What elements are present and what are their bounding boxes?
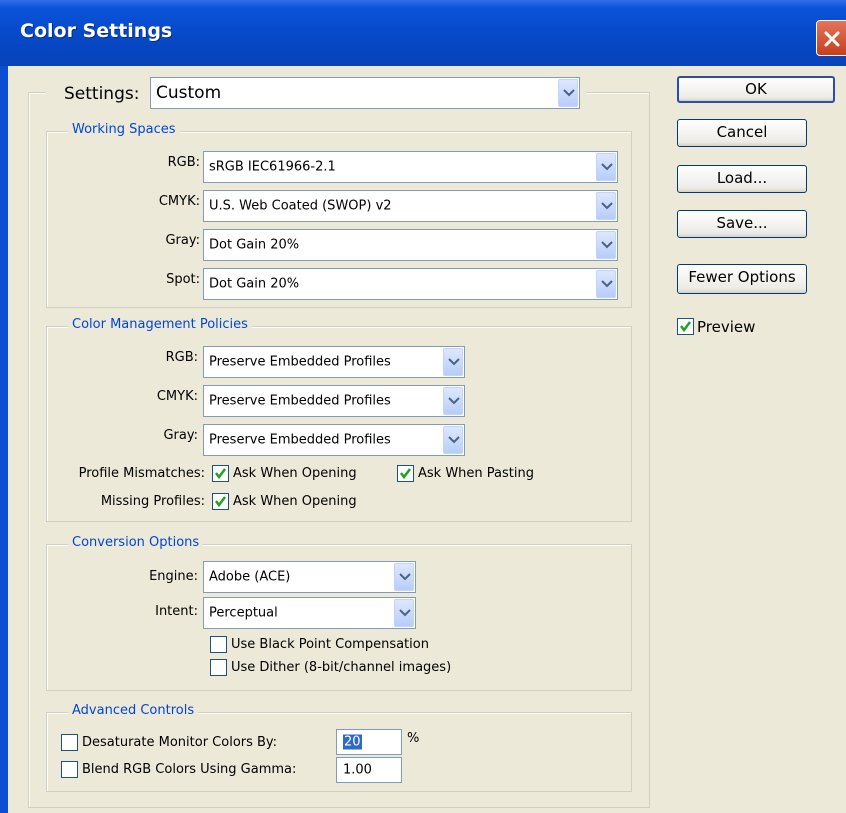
ws-spot-value: Dot Gain 20% [209, 276, 300, 292]
missing-profiles-label: Missing Profiles: [100, 494, 205, 509]
desaturate-value: 20 [343, 734, 362, 750]
profile-mismatches-label: Profile Mismatches: [78, 466, 205, 481]
black-point-label[interactable]: Use Black Point Compensation [231, 637, 429, 652]
settings-label: Settings: [64, 84, 140, 104]
ws-rgb-value: sRGB IEC61966-2.1 [209, 159, 336, 175]
cancel-button[interactable]: Cancel [677, 119, 807, 147]
desaturate-checkbox[interactable] [61, 734, 78, 751]
cancel-label: Cancel [716, 123, 768, 141]
ask-when-opening-label[interactable]: Ask When Opening [233, 466, 357, 481]
chevron-down-icon [448, 397, 460, 405]
chevron-down-icon [448, 436, 460, 444]
intent-dropdown-button[interactable] [394, 599, 414, 627]
ask-when-opening-checkbox[interactable] [212, 465, 229, 482]
missing-ask-when-opening-checkbox[interactable] [212, 493, 229, 510]
engine-dropdown[interactable]: Adobe (ACE) [203, 561, 416, 593]
chevron-down-icon [601, 280, 613, 288]
working-spaces-legend: Working Spaces [68, 122, 180, 137]
load-button[interactable]: Load... [677, 165, 807, 193]
policy-gray-dropdown-button[interactable] [443, 426, 463, 454]
policy-cmyk-label: CMYK: [156, 389, 198, 404]
chevron-down-icon [448, 358, 460, 366]
dither-label[interactable]: Use Dither (8-bit/channel images) [231, 660, 451, 675]
policy-gray-label: Gray: [163, 428, 198, 443]
chevron-down-icon [399, 573, 411, 581]
ask-when-pasting-checkbox[interactable] [397, 465, 414, 482]
ws-rgb-dropdown-button[interactable] [596, 153, 616, 181]
window-title: Color Settings [20, 20, 173, 42]
blend-gamma-value: 1.00 [343, 762, 372, 778]
engine-value: Adobe (ACE) [209, 569, 291, 585]
close-button[interactable] [816, 20, 846, 56]
percent-label: % [407, 731, 420, 746]
checkmark-icon [400, 468, 411, 480]
ws-spot-dropdown[interactable]: Dot Gain 20% [203, 268, 618, 300]
chevron-down-icon [601, 202, 613, 210]
missing-ask-when-opening-label[interactable]: Ask When Opening [233, 494, 357, 509]
ws-cmyk-dropdown-button[interactable] [596, 192, 616, 220]
policies-legend: Color Management Policies [68, 317, 252, 332]
conversion-legend: Conversion Options [68, 535, 204, 550]
policy-cmyk-dropdown[interactable]: Preserve Embedded Profiles [203, 385, 465, 417]
load-label: Load... [716, 169, 768, 187]
blend-gamma-label[interactable]: Blend RGB Colors Using Gamma: [82, 762, 296, 777]
chevron-down-icon [601, 241, 613, 249]
save-label: Save... [716, 214, 768, 232]
ws-spot-label: Spot: [166, 272, 200, 287]
chevron-down-icon [601, 163, 613, 171]
ws-gray-dropdown-button[interactable] [596, 231, 616, 259]
policy-rgb-dropdown-button[interactable] [443, 348, 463, 376]
fewer-options-button[interactable]: Fewer Options [677, 264, 807, 294]
preview-checkbox[interactable] [677, 318, 694, 335]
dither-checkbox[interactable] [210, 659, 227, 676]
engine-dropdown-button[interactable] [394, 563, 414, 591]
ok-label: OK [745, 80, 767, 98]
policy-rgb-label: RGB: [165, 350, 198, 365]
policy-rgb-dropdown[interactable]: Preserve Embedded Profiles [203, 346, 465, 378]
fewer-options-label: Fewer Options [688, 268, 796, 286]
policy-cmyk-value: Preserve Embedded Profiles [209, 393, 391, 409]
policy-cmyk-dropdown-button[interactable] [443, 387, 463, 415]
preview-label[interactable]: Preview [697, 318, 755, 336]
engine-label: Engine: [149, 569, 198, 584]
settings-dropdown-button[interactable] [558, 79, 578, 107]
ws-rgb-dropdown[interactable]: sRGB IEC61966-2.1 [203, 151, 618, 183]
checkmark-icon [215, 496, 226, 508]
ask-when-pasting-label[interactable]: Ask When Pasting [418, 466, 534, 481]
settings-dropdown[interactable]: Custom [150, 77, 580, 109]
ws-gray-value: Dot Gain 20% [209, 237, 300, 253]
desaturate-input[interactable]: 20 [336, 729, 402, 755]
policy-rgb-value: Preserve Embedded Profiles [209, 354, 391, 370]
save-button[interactable]: Save... [677, 210, 807, 238]
black-point-checkbox[interactable] [210, 636, 227, 653]
desaturate-label[interactable]: Desaturate Monitor Colors By: [82, 735, 277, 750]
intent-value: Perceptual [209, 605, 278, 621]
title-bar: Color Settings [0, 0, 846, 66]
chevron-down-icon [563, 89, 575, 97]
blend-gamma-input[interactable]: 1.00 [336, 757, 402, 783]
policy-gray-value: Preserve Embedded Profiles [209, 432, 391, 448]
ws-spot-dropdown-button[interactable] [596, 270, 616, 298]
ws-gray-dropdown[interactable]: Dot Gain 20% [203, 229, 618, 261]
ok-button[interactable]: OK [677, 76, 835, 103]
settings-value: Custom [156, 83, 222, 103]
checkmark-icon [215, 468, 226, 480]
ws-rgb-label: RGB: [167, 155, 200, 170]
blend-gamma-checkbox[interactable] [61, 761, 78, 778]
ws-cmyk-label: CMYK: [158, 194, 200, 209]
policy-gray-dropdown[interactable]: Preserve Embedded Profiles [203, 424, 465, 456]
intent-label: Intent: [155, 604, 198, 619]
advanced-legend: Advanced Controls [68, 703, 199, 718]
ws-cmyk-dropdown[interactable]: U.S. Web Coated (SWOP) v2 [203, 190, 618, 222]
intent-dropdown[interactable]: Perceptual [203, 597, 416, 629]
close-icon [824, 31, 840, 47]
ws-cmyk-value: U.S. Web Coated (SWOP) v2 [209, 198, 392, 214]
chevron-down-icon [399, 609, 411, 617]
ws-gray-label: Gray: [165, 233, 200, 248]
checkmark-icon [680, 321, 691, 333]
